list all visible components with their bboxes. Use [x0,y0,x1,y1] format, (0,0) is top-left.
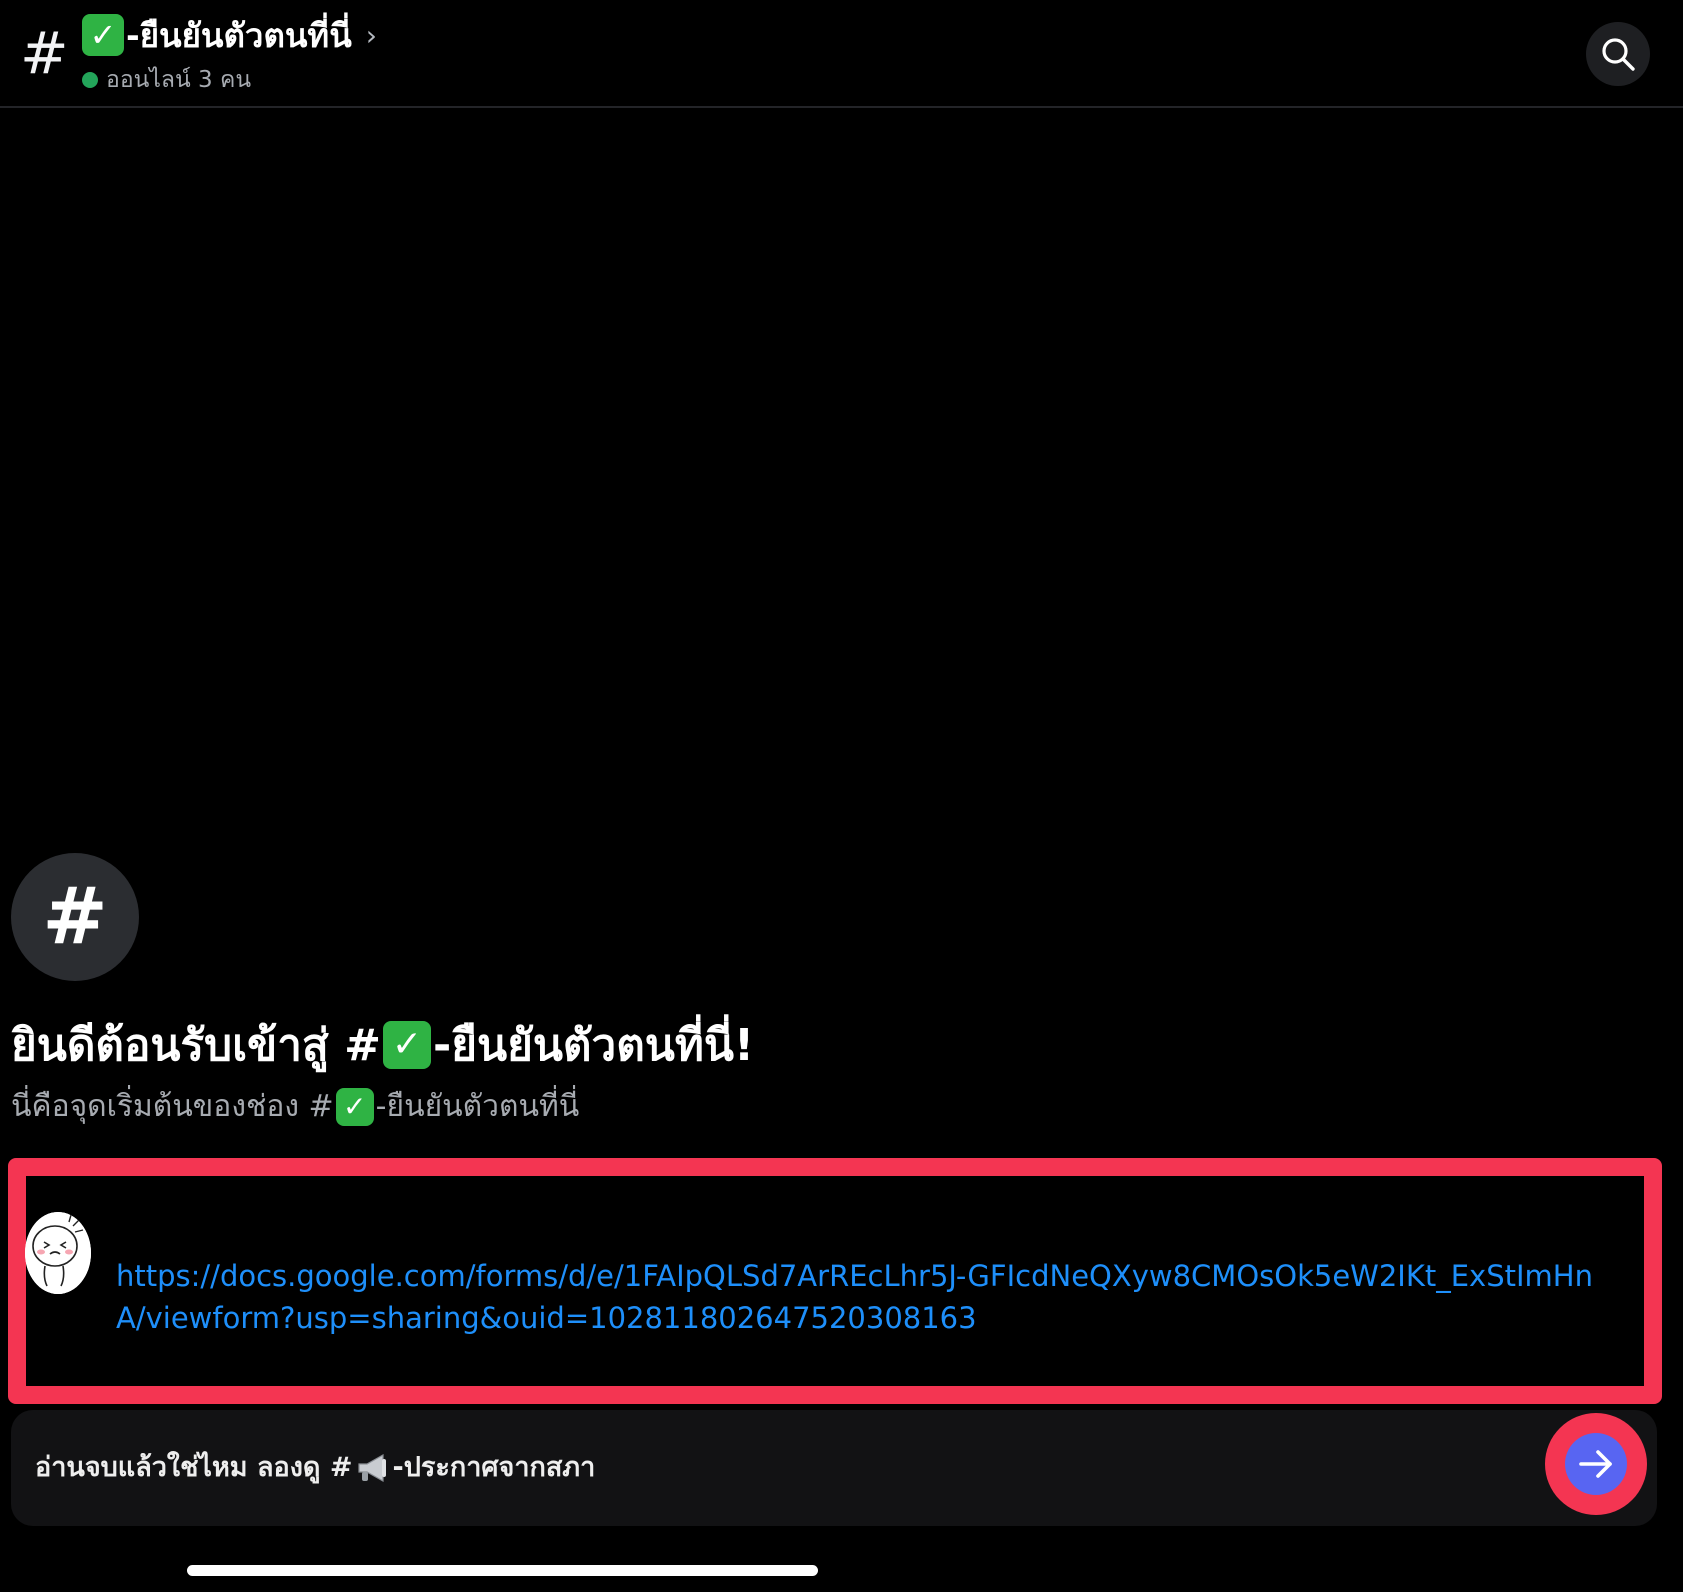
welcome-heading-suffix: -ยืนยันตัวตนที่นี่! [432,1020,755,1071]
welcome-subtitle: นี่คือจุดเริ่มต้นของช่อง # ✓ -ยืนยันตัวต… [11,1083,579,1130]
user-avatar-sticker-icon [25,1212,91,1294]
channel-hash-icon: # [20,19,69,87]
channel-hash-large-icon: # [42,872,108,962]
next-channel-text-prefix: อ่านจบแล้วใช่ไหม ลองดู # [35,1452,353,1483]
next-channel-prompt[interactable]: อ่านจบแล้วใช่ไหม ลองดู # -ประกาศจากสภา [11,1410,1657,1526]
home-indicator[interactable] [187,1565,818,1576]
user-avatar[interactable] [25,1212,91,1294]
search-button[interactable] [1586,22,1650,86]
channel-header: # ✓ -ยืนยันตัวตนที่นี่ › ออนไลน์ 3 คน [0,0,1683,108]
check-mark-icon: ✓ [335,1087,374,1126]
welcome-heading-prefix: ยินดีต้อนรับเข้าสู่ # [11,1020,381,1071]
online-status: ออนไลน์ 3 คน [82,62,251,98]
next-channel-text-suffix: -ประกาศจากสภา [392,1452,596,1483]
search-icon [1602,38,1635,71]
channel-title: -ยืนยันตัวตนที่นี่ [126,15,352,55]
check-mark-icon: ✓ [82,14,124,56]
online-dot-icon [82,72,98,88]
arrow-right-icon [1579,1450,1612,1478]
welcome-heading: ยินดีต้อนรับเข้าสู่ # ✓ -ยืนยันตัวตนที่น… [11,1010,754,1080]
chevron-right-icon: › [365,18,377,52]
welcome-subtitle-prefix: นี่คือจุดเริ่มต้นของช่อง # [11,1089,334,1124]
next-channel-text: อ่านจบแล้วใช่ไหม ลองดู # -ประกาศจากสภา [35,1410,595,1526]
go-to-channel-button[interactable] [1565,1433,1627,1495]
go-button-highlight [1545,1413,1647,1515]
channel-title-button[interactable]: ✓ -ยืนยันตัวตนที่นี่ › [82,12,377,58]
online-count: ออนไลน์ 3 คน [106,67,252,93]
megaphone-icon [357,1453,386,1483]
form-link[interactable]: https://docs.google.com/forms/d/e/1FAIpQ… [116,1255,1596,1339]
welcome-subtitle-suffix: -ยืนยันตัวตนที่นี่ [375,1089,580,1124]
channel-avatar: # [11,853,139,981]
check-mark-icon: ✓ [382,1021,431,1069]
